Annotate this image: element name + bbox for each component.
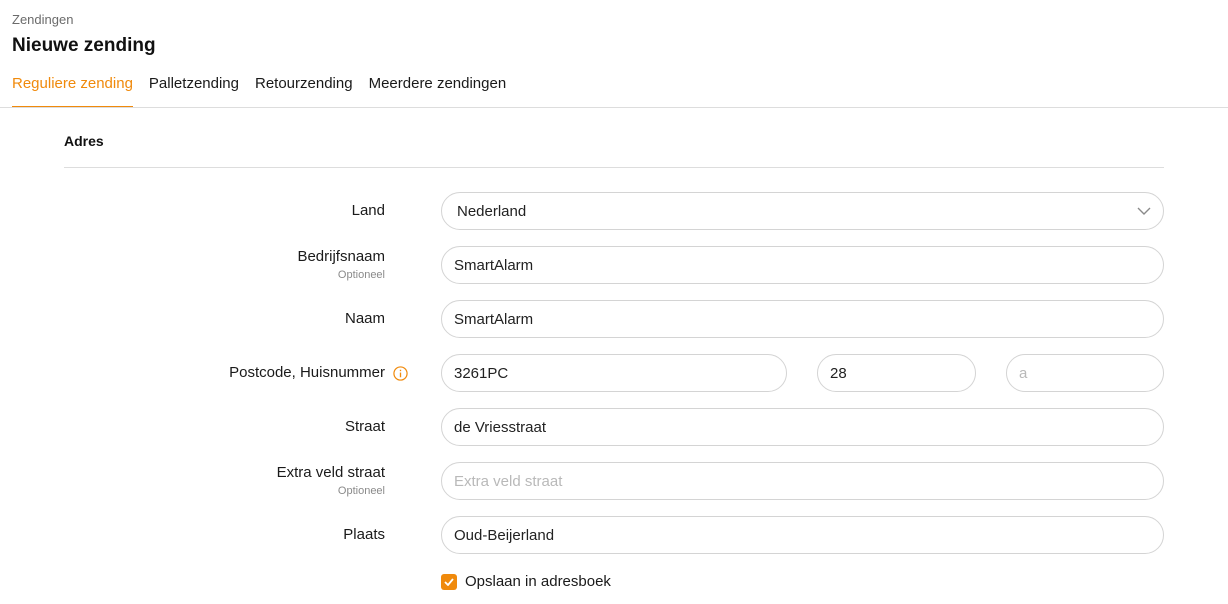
tabs-divider	[0, 107, 1228, 108]
page-title: Nieuwe zending	[12, 35, 156, 56]
tab-palletzending[interactable]: Palletzending	[149, 74, 239, 108]
city-label-wrap: Plaats	[343, 516, 385, 554]
tab-meerdere-zendingen[interactable]: Meerdere zendingen	[369, 74, 507, 108]
street-label: Straat	[344, 418, 385, 435]
name-label: Naam	[344, 310, 385, 327]
street-extra-optional-label: Optioneel	[337, 485, 385, 497]
save-address-row: Opslaan in adresboek	[441, 573, 611, 590]
street-row: Straat	[0, 408, 1228, 446]
house-number-suffix-input[interactable]	[1006, 354, 1164, 392]
street-input[interactable]	[441, 408, 1164, 446]
street-extra-input[interactable]	[441, 462, 1164, 500]
save-address-label[interactable]: Opslaan in adresboek	[465, 573, 611, 590]
name-row: Naam	[0, 300, 1228, 338]
check-icon	[444, 577, 454, 586]
tab-bar: Reguliere zending Palletzending Retourze…	[12, 74, 522, 108]
company-optional-label: Optioneel	[337, 269, 385, 281]
street-extra-label: Extra veld straat	[276, 464, 385, 481]
tab-retourzending[interactable]: Retourzending	[255, 74, 353, 108]
name-input[interactable]	[441, 300, 1164, 338]
country-label: Land	[351, 202, 385, 219]
postcode-input[interactable]	[441, 354, 787, 392]
chevron-down-icon	[1137, 207, 1151, 215]
info-icon[interactable]	[393, 365, 408, 381]
country-label-wrap: Land	[352, 192, 385, 230]
country-row: Land Nederland	[0, 192, 1228, 230]
company-label-wrap: Bedrijfsnaam Optioneel	[297, 246, 385, 284]
tab-reguliere-zending[interactable]: Reguliere zending	[12, 74, 133, 108]
breadcrumb[interactable]: Zendingen	[12, 12, 156, 28]
street-extra-label-wrap: Extra veld straat Optioneel	[277, 462, 385, 500]
country-value: Nederland	[457, 202, 527, 220]
house-number-input[interactable]	[817, 354, 976, 392]
postcode-label: Postcode, Huisnummer	[229, 364, 385, 381]
street-label-wrap: Straat	[345, 408, 385, 446]
postcode-row: Postcode, Huisnummer	[0, 354, 1228, 392]
postcode-label-line: Postcode, Huisnummer	[229, 364, 408, 382]
country-select[interactable]: Nederland	[441, 192, 1164, 230]
name-label-wrap: Naam	[345, 300, 385, 338]
company-row: Bedrijfsnaam Optioneel	[0, 246, 1228, 284]
city-row: Plaats	[0, 516, 1228, 554]
section-divider	[64, 167, 1164, 168]
postcode-label-wrap: Postcode, Huisnummer	[229, 354, 408, 392]
company-label: Bedrijfsnaam	[297, 248, 385, 265]
section-title: Adres	[64, 133, 104, 149]
city-label: Plaats	[343, 526, 385, 543]
street-extra-row: Extra veld straat Optioneel	[0, 462, 1228, 500]
save-address-checkbox[interactable]	[441, 573, 457, 590]
city-input[interactable]	[441, 516, 1164, 554]
page-header: Zendingen Nieuwe zending	[12, 12, 156, 58]
company-input[interactable]	[441, 246, 1164, 284]
